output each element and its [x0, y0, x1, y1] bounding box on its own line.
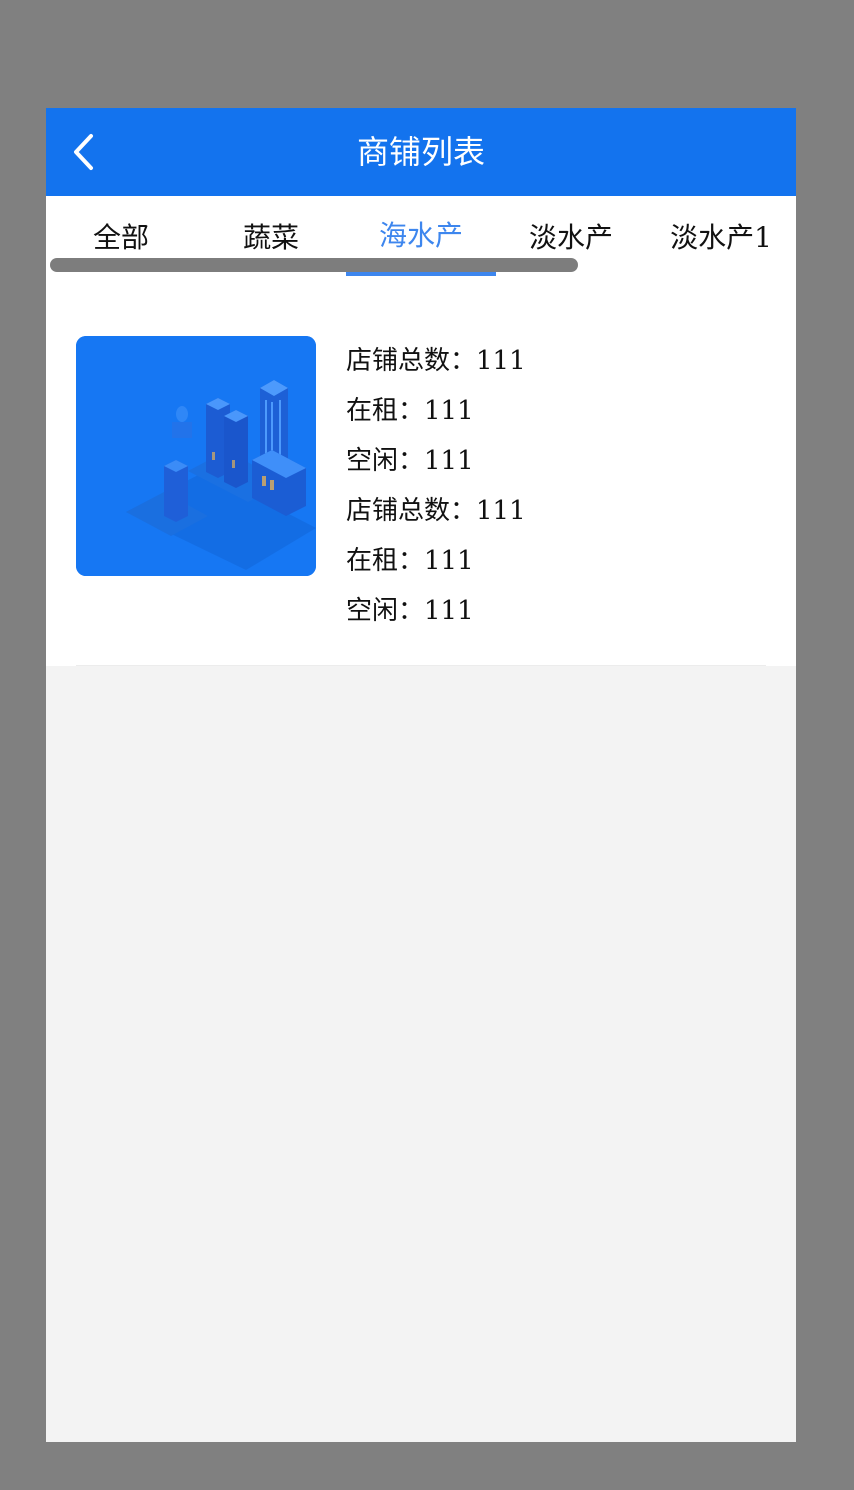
- stat-label: 在租：: [346, 396, 425, 426]
- stat-label: 空闲：: [346, 596, 425, 626]
- shop-image: [76, 336, 316, 576]
- tabs-scrollbar[interactable]: [50, 258, 578, 272]
- stat-row-vacant: 空闲：111: [346, 436, 526, 486]
- tab-all[interactable]: 全部: [46, 196, 196, 286]
- top-navbar: 商铺列表: [46, 108, 796, 196]
- stat-label: 店铺总数：: [346, 346, 477, 376]
- shop-list: 店铺总数：111 在租：111 空闲：111 店铺总数：111 在租：111 空…: [46, 286, 796, 666]
- stat-value: 111: [424, 546, 474, 576]
- stat-row-vacant: 空闲：111: [346, 586, 526, 636]
- stat-value: 111: [424, 596, 474, 626]
- stat-value: 111: [424, 396, 474, 426]
- page-title: 商铺列表: [356, 133, 485, 171]
- stat-value: 111: [476, 496, 526, 526]
- stat-value: 111: [424, 446, 474, 476]
- stat-row-total-shops: 店铺总数：111: [346, 486, 526, 536]
- stat-row-rented: 在租：111: [346, 386, 526, 436]
- phone-screen: 商铺列表 全部 蔬菜 海水产 淡水产 淡水产1 店铺总数：111 在租：111 …: [46, 108, 796, 1442]
- city-buildings-illustration: [76, 336, 316, 576]
- stat-label: 店铺总数：: [346, 496, 477, 526]
- stat-label: 空闲：: [346, 446, 425, 476]
- active-tab-indicator: [346, 272, 496, 276]
- stat-value: 111: [476, 346, 526, 376]
- tab-freshwater[interactable]: 淡水产: [496, 196, 646, 286]
- tab-freshwater-1[interactable]: 淡水产1: [646, 196, 796, 286]
- tab-vegetables[interactable]: 蔬菜: [196, 196, 346, 286]
- stat-row-total-shops: 店铺总数：111: [346, 336, 526, 386]
- shop-card[interactable]: 店铺总数：111 在租：111 空闲：111 店铺总数：111 在租：111 空…: [46, 286, 796, 666]
- card-divider: [76, 665, 766, 666]
- stat-row-rented: 在租：111: [346, 536, 526, 586]
- shop-stats: 店铺总数：111 在租：111 空闲：111 店铺总数：111 在租：111 空…: [346, 336, 526, 636]
- stat-label: 在租：: [346, 546, 425, 576]
